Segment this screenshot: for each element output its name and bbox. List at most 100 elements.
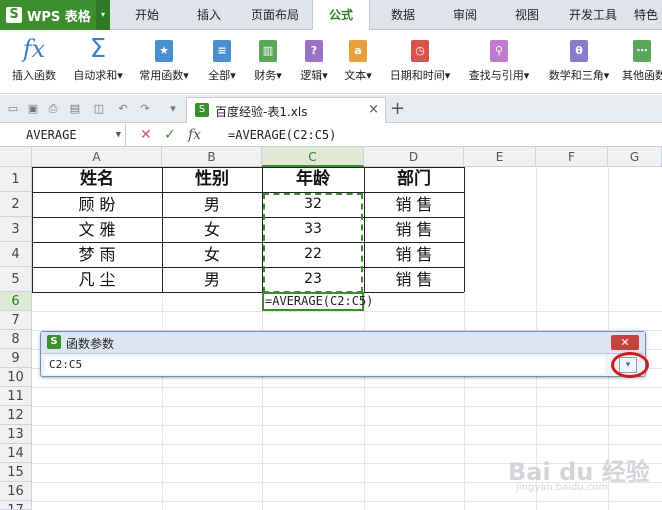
tab-features[interactable]: 特色 [630, 0, 662, 30]
cell-a2[interactable]: 顾 盼 [32, 192, 162, 217]
cell-a5[interactable]: 凡 尘 [32, 267, 162, 292]
row-header-11[interactable]: 11 [0, 387, 32, 406]
redo-icon[interactable]: ↷ [138, 102, 152, 116]
folder-icon[interactable]: ▭ [6, 102, 20, 116]
chevron-down-icon[interactable]: ▾ [96, 0, 110, 30]
row-header-6[interactable]: 6 [0, 292, 32, 311]
cell-d3[interactable]: 销 售 [364, 217, 464, 242]
cell-b4[interactable]: 女 [162, 242, 262, 267]
cell-b3[interactable]: 女 [162, 217, 262, 242]
confirm-icon[interactable]: ✓ [164, 125, 176, 145]
column-header-c[interactable]: C [262, 147, 364, 167]
cell-a3[interactable]: 文 雅 [32, 217, 162, 242]
list-book-icon: ≡ [213, 40, 231, 62]
cell-d5[interactable]: 销 售 [364, 267, 464, 292]
cell-d4[interactable]: 销 售 [364, 242, 464, 267]
table-border [464, 167, 465, 292]
gridline [32, 444, 662, 445]
app-title: WPS 表格 [27, 9, 91, 25]
column-header-e[interactable]: E [464, 147, 536, 167]
column-header-d[interactable]: D [364, 147, 464, 167]
close-icon[interactable]: ✕ [611, 335, 639, 350]
preview-icon[interactable]: ◫ [92, 102, 106, 116]
tab-review[interactable]: 审阅 [436, 0, 494, 30]
cell-d2[interactable]: 销 售 [364, 192, 464, 217]
fx-icon[interactable]: fx [188, 125, 201, 145]
chevron-down-icon[interactable]: ▼ [116, 124, 121, 146]
row-header-16[interactable]: 16 [0, 482, 32, 501]
close-icon[interactable]: × [368, 102, 379, 117]
new-tab-button[interactable]: + [390, 98, 405, 119]
tab-home[interactable]: 开始 [118, 0, 176, 30]
column-header-a[interactable]: A [32, 147, 162, 167]
tab-formulas[interactable]: 公式 [312, 0, 370, 31]
ribbon-label: 插入函数 [12, 69, 56, 82]
customize-toolbar-icon[interactable]: ▾ [166, 102, 180, 116]
cell-a4[interactable]: 梦 雨 [32, 242, 162, 267]
autosum-button[interactable]: Σ 自动求和▾ [68, 34, 128, 90]
dialog-title-bar[interactable]: S 函数参数 ✕ [41, 332, 645, 354]
cell-b2[interactable]: 男 [162, 192, 262, 217]
row-header-1[interactable]: 1 [0, 167, 32, 192]
document-name: 百度经验-表1.xls [215, 105, 308, 119]
insert-function-button[interactable]: fx 插入函数 [4, 34, 64, 90]
column-header-f[interactable]: F [536, 147, 608, 167]
other-functions-button[interactable]: ⋯ 其他函数 [622, 34, 662, 90]
column-header-b[interactable]: B [162, 147, 262, 167]
row-header-10[interactable]: 10 [0, 368, 32, 387]
name-box[interactable]: AVERAGE ▼ [0, 124, 126, 146]
row-header-7[interactable]: 7 [0, 311, 32, 330]
gridline [32, 387, 662, 388]
select-all-corner[interactable] [0, 147, 32, 167]
row-header-15[interactable]: 15 [0, 463, 32, 482]
ribbon-label: 自动求和▾ [73, 69, 123, 82]
tab-view[interactable]: 视图 [498, 0, 556, 30]
row-header-9[interactable]: 9 [0, 349, 32, 368]
row-header-2[interactable]: 2 [0, 192, 32, 217]
expand-dialog-button[interactable]: ▾ [619, 357, 637, 373]
formula-input[interactable]: =AVERAGE(C2:C5) [228, 124, 336, 146]
row-header-13[interactable]: 13 [0, 425, 32, 444]
cell-b5[interactable]: 男 [162, 267, 262, 292]
menu-bar: S WPS 表格 ▾ 开始 插入 页面布局 公式 数据 审阅 视图 开发工具 特… [0, 0, 662, 31]
function-arguments-dialog: S 函数参数 ✕ C2:C5 ▾ [40, 331, 646, 377]
all-functions-button[interactable]: ≡ 全部▾ [198, 34, 246, 90]
app-menu-button[interactable]: S WPS 表格 ▾ [0, 0, 110, 30]
cell-d1[interactable]: 部门 [364, 167, 464, 192]
row-header-14[interactable]: 14 [0, 444, 32, 463]
range-reference-input[interactable]: C2:C5 [45, 356, 605, 374]
active-cell-c6[interactable]: =AVERAGE(C2:C5) [262, 292, 373, 311]
save-icon[interactable]: ▣ [26, 102, 40, 116]
print-icon[interactable]: ▤ [68, 102, 82, 116]
row-header-5[interactable]: 5 [0, 267, 32, 292]
tab-page-layout[interactable]: 页面布局 [242, 0, 308, 30]
cell-c1[interactable]: 年龄 [262, 167, 364, 192]
text-button[interactable]: a 文本▾ [336, 34, 380, 90]
date-time-button[interactable]: ◷ 日期和时间▾ [382, 34, 458, 90]
ribbon-label: 数学和三角▾ [548, 69, 610, 82]
common-functions-button[interactable]: ★ 常用函数▾ [134, 34, 194, 90]
text-book-icon: a [349, 40, 367, 62]
ribbon-label: 逻辑▾ [300, 69, 328, 82]
lookup-reference-button[interactable]: ⚲ 查找与引用▾ [460, 34, 538, 90]
document-tab[interactable]: S 百度经验-表1.xls × [186, 97, 386, 123]
column-header-g[interactable]: G [608, 147, 662, 167]
tab-insert[interactable]: 插入 [180, 0, 238, 30]
fx-icon: fx [22, 35, 46, 63]
row-header-12[interactable]: 12 [0, 406, 32, 425]
undo-icon[interactable]: ↶ [116, 102, 130, 116]
tab-data[interactable]: 数据 [374, 0, 432, 30]
tab-developer[interactable]: 开发工具 [560, 0, 626, 30]
math-trig-button[interactable]: θ 数学和三角▾ [540, 34, 618, 90]
cancel-icon[interactable]: ✕ [140, 125, 152, 145]
cell-b1[interactable]: 性别 [162, 167, 262, 192]
ribbon-label: 文本▾ [344, 69, 372, 82]
row-header-4[interactable]: 4 [0, 242, 32, 267]
print-preview-icon[interactable]: ⎙ [46, 102, 60, 116]
finance-button[interactable]: ▥ 财务▾ [246, 34, 290, 90]
row-header-8[interactable]: 8 [0, 330, 32, 349]
row-header-17[interactable]: 17 [0, 501, 32, 510]
logic-button[interactable]: ? 逻辑▾ [292, 34, 336, 90]
row-header-3[interactable]: 3 [0, 217, 32, 242]
cell-a1[interactable]: 姓名 [32, 167, 162, 192]
